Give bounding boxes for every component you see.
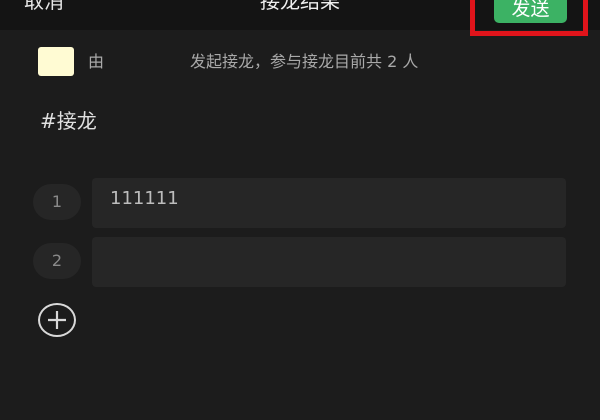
entry-row: 2 xyxy=(33,237,566,287)
info-suffix: 发起接龙，参与接龙目前共 2 人 xyxy=(190,52,419,71)
solitaire-result-screen: 取消 接龙结果 发送 由 发起接龙，参与接龙目前共 2 人 #接龙 1 11111… xyxy=(0,0,600,420)
plus-circle-icon xyxy=(48,311,66,329)
entry-number: 1 xyxy=(33,184,81,220)
entry-row: 1 111111 xyxy=(33,178,566,228)
send-button[interactable]: 发送 xyxy=(494,0,567,23)
info-prefix: 由 xyxy=(88,52,105,71)
avatar xyxy=(38,47,74,76)
top-bar: 取消 接龙结果 发送 xyxy=(0,0,600,36)
entry-number: 2 xyxy=(33,243,81,279)
entry-input[interactable]: 111111 xyxy=(92,178,566,228)
add-entry-button[interactable] xyxy=(38,303,76,337)
send-button-highlight: 发送 xyxy=(470,0,588,36)
initiator-info: 由 发起接龙，参与接龙目前共 2 人 xyxy=(88,52,418,72)
redacted-name xyxy=(104,55,191,70)
hashtag-title: #接龙 xyxy=(40,109,97,133)
entry-input[interactable] xyxy=(92,237,566,287)
